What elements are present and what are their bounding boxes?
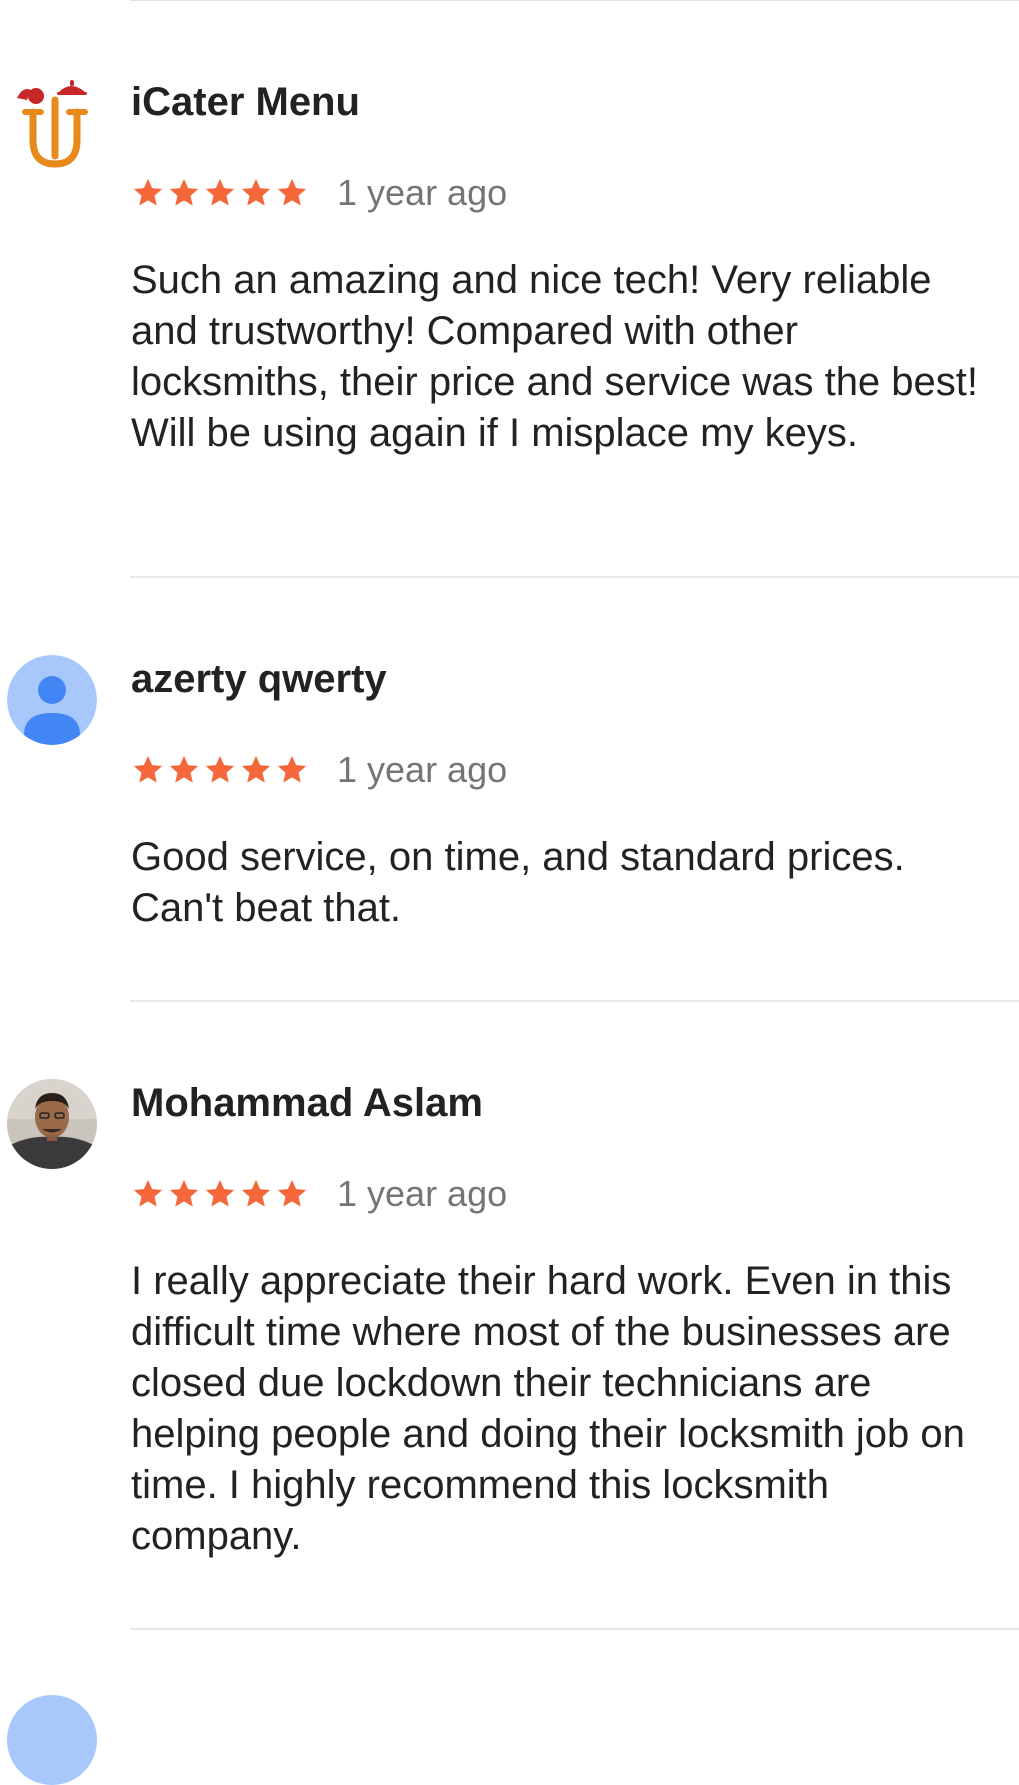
reviewer-name[interactable]: azerty qwerty (131, 657, 387, 702)
review-time: 1 year ago (337, 749, 508, 790)
star-icon (169, 1179, 199, 1207)
star-icon (241, 755, 271, 783)
review-item: Mohammad Aslam 1 year ago I really appre… (0, 1001, 1019, 1629)
star-rating (131, 1177, 309, 1211)
icater-logo-icon[interactable] (7, 78, 97, 168)
review-text: Such an amazing and nice tech! Very reli… (131, 258, 979, 455)
review-text: Good service, on time, and standard pric… (131, 835, 905, 930)
review-time: 1 year ago (337, 172, 508, 213)
star-icon (277, 178, 307, 206)
star-icon (205, 178, 235, 206)
reviewer-name[interactable]: Mohammad Aslam (131, 1081, 483, 1126)
user-photo-avatar[interactable] (7, 1079, 97, 1169)
star-icon (205, 1179, 235, 1207)
star-icon (277, 1179, 307, 1207)
star-icon (241, 1179, 271, 1207)
star-icon (133, 178, 163, 206)
review-text: I really appreciate their hard work. Eve… (131, 1259, 965, 1558)
star-icon (169, 755, 199, 783)
star-rating (131, 176, 309, 210)
star-icon (205, 755, 235, 783)
rating-row: 1 year ago (131, 171, 507, 215)
rating-row: 1 year ago (131, 748, 507, 792)
star-icon (133, 1179, 163, 1207)
star-icon (133, 755, 163, 783)
reviewer-name[interactable]: iCater Menu (131, 80, 360, 125)
review-item: iCater Menu 1 year ago Such an amazing a… (0, 0, 1019, 577)
default-person-avatar-icon[interactable] (7, 655, 97, 745)
review-divider (130, 1628, 1019, 1630)
star-icon (277, 755, 307, 783)
review-item: azerty qwerty 1 year ago Good service, o… (0, 577, 1019, 1001)
star-rating (131, 753, 309, 787)
review-time: 1 year ago (337, 1173, 508, 1214)
rating-row: 1 year ago (131, 1172, 507, 1216)
star-icon (169, 178, 199, 206)
star-icon (241, 178, 271, 206)
